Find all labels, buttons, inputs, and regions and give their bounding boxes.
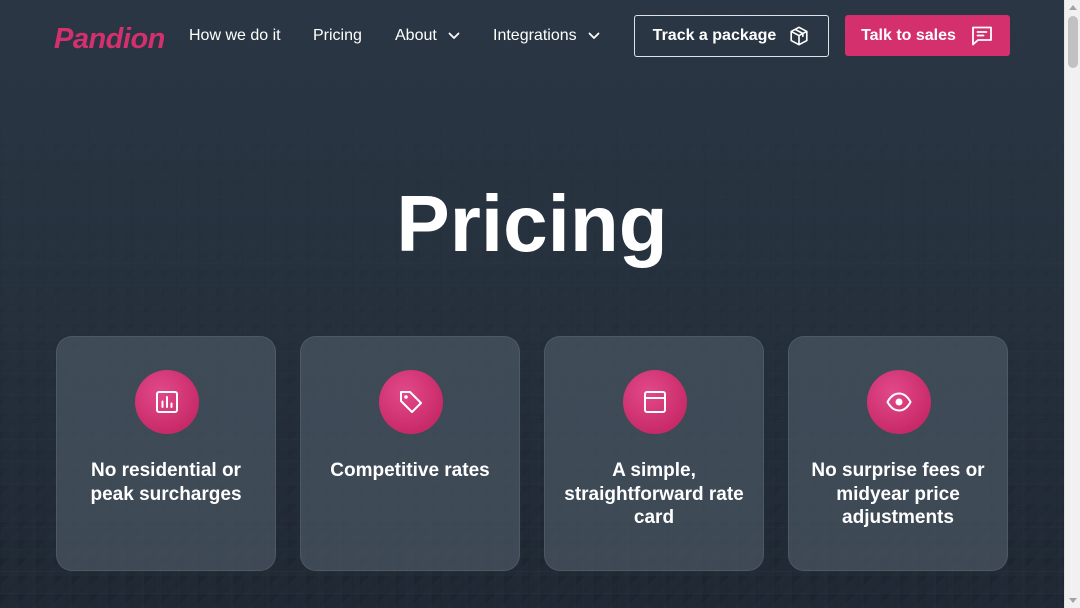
feature-card: A simple, straightforward rate card — [544, 336, 764, 571]
feature-icon-badge — [379, 370, 443, 434]
nav-how-we-do-it[interactable]: How we do it — [189, 26, 281, 46]
nav-integrations[interactable]: Integrations — [493, 26, 601, 46]
feature-card: Competitive rates — [300, 336, 520, 571]
feature-text: No residential or peak surcharges — [90, 460, 242, 505]
track-package-label: Track a package — [652, 27, 777, 44]
feature-text: A simple, straightforward rate card — [564, 460, 744, 528]
hero-section: Pandion How we do it Pricing About Integ… — [0, 0, 1064, 608]
eye-icon — [886, 392, 912, 412]
chevron-down-icon — [448, 32, 460, 39]
top-navigation: Pandion How we do it Pricing About Integ… — [0, 0, 1064, 72]
nav-link-label: How we do it — [189, 27, 281, 44]
feature-icon-badge — [623, 370, 687, 434]
bar-chart-icon — [156, 391, 178, 413]
package-icon — [790, 26, 808, 46]
feature-icon-badge — [135, 370, 199, 434]
feature-text: Competitive rates — [330, 460, 490, 481]
nav-about[interactable]: About — [395, 26, 461, 46]
pandion-logo[interactable]: Pandion — [54, 18, 164, 54]
talk-to-sales-label: Talk to sales — [861, 26, 956, 44]
nav-link-label: Integrations — [493, 27, 577, 44]
chat-icon — [972, 26, 992, 45]
feature-card: No residential or peak surcharges — [56, 336, 276, 571]
nav-link-label: About — [395, 27, 437, 44]
track-package-button[interactable]: Track a package — [634, 15, 829, 57]
chevron-down-icon — [588, 32, 600, 39]
feature-icon-badge — [867, 370, 931, 434]
feature-text: No surprise fees or midyear price adjust… — [811, 460, 985, 528]
nav-pricing[interactable]: Pricing — [313, 26, 362, 46]
nav-link-label: Pricing — [313, 27, 362, 44]
scroll-down-arrow-icon[interactable] — [1069, 598, 1077, 603]
page-title: Pricing — [396, 179, 668, 268]
feature-card: No surprise fees or midyear price adjust… — [788, 336, 1008, 571]
rate-card-icon — [644, 391, 666, 413]
scroll-thumb[interactable] — [1068, 16, 1078, 68]
logo-wordmark: Pandion — [54, 23, 164, 54]
talk-to-sales-button[interactable]: Talk to sales — [845, 15, 1010, 56]
scroll-up-arrow-icon[interactable] — [1069, 5, 1077, 10]
tag-icon — [400, 391, 422, 413]
page-scrollbar[interactable] — [1064, 0, 1080, 608]
